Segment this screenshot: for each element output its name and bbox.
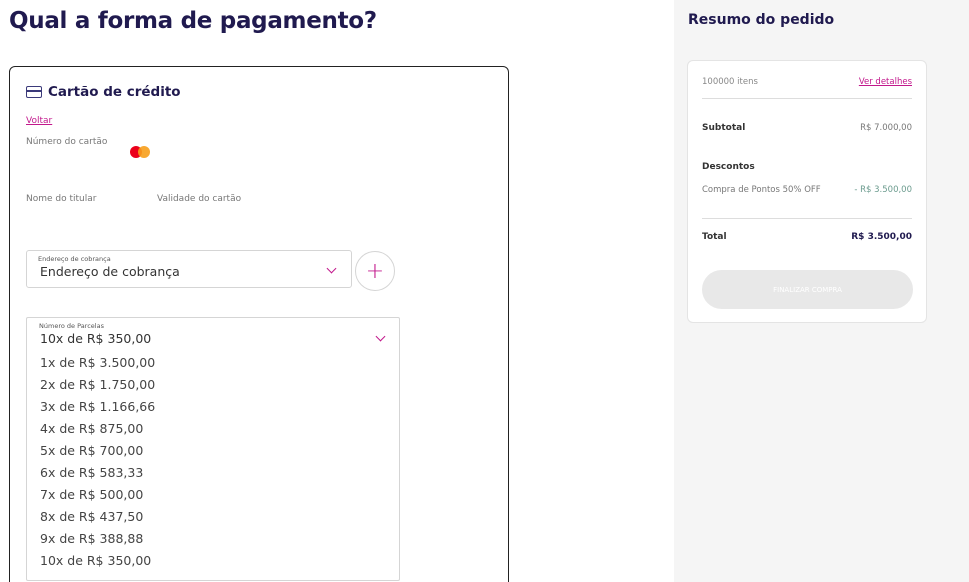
summary-card: 100000 itens Ver detalhes Subtotal R$ 7.… xyxy=(687,60,927,323)
card-validity-field[interactable]: Validade do cartão xyxy=(157,194,241,204)
payment-card: Cartão de crédito Voltar Número do cartã… xyxy=(9,66,509,582)
card-number-field[interactable]: Número do cartão xyxy=(26,137,107,147)
total-value: R$ 3.500,00 xyxy=(851,232,912,242)
installment-option[interactable]: 2x de R$ 1.750,00 xyxy=(40,376,155,398)
view-details-link[interactable]: Ver detalhes xyxy=(859,77,912,87)
installment-option[interactable]: 9x de R$ 388,88 xyxy=(40,530,155,552)
installments-options-list: 1x de R$ 3.500,00 2x de R$ 1.750,00 3x d… xyxy=(40,354,155,574)
installments-select[interactable]: Número de Parcelas 10x de R$ 350,00 1x d… xyxy=(26,317,400,581)
installment-option[interactable]: 4x de R$ 875,00 xyxy=(40,420,155,442)
items-count: 100000 itens xyxy=(702,77,758,87)
discounts-label: Descontos xyxy=(702,162,755,172)
order-summary-sidebar: Resumo do pedido 100000 itens Ver detalh… xyxy=(674,0,969,582)
chevron-down-icon xyxy=(326,263,337,274)
installment-option[interactable]: 1x de R$ 3.500,00 xyxy=(40,354,155,376)
divider xyxy=(702,218,912,219)
chevron-down-icon[interactable] xyxy=(375,331,386,342)
subtotal-label: Subtotal xyxy=(702,123,746,133)
installment-option[interactable]: 5x de R$ 700,00 xyxy=(40,442,155,464)
add-address-button[interactable]: + xyxy=(355,251,395,291)
installment-option[interactable]: 7x de R$ 500,00 xyxy=(40,486,155,508)
subtotal-value: R$ 7.000,00 xyxy=(860,123,912,133)
billing-address-small-label: Endereço de cobrança xyxy=(38,255,111,263)
discount-value: - R$ 3.500,00 xyxy=(854,185,912,195)
billing-address-select[interactable]: Endereço de cobrança Endereço de cobranç… xyxy=(26,250,352,288)
page-title: Qual a forma de pagamento? xyxy=(9,8,377,34)
subtotal-row: Subtotal R$ 7.000,00 xyxy=(702,123,912,133)
total-row: Total R$ 3.500,00 xyxy=(702,232,912,242)
divider xyxy=(702,98,912,99)
installments-small-label: Número de Parcelas xyxy=(39,322,104,330)
installment-option[interactable]: 6x de R$ 583,33 xyxy=(40,464,155,486)
discounts-row: Descontos xyxy=(702,162,912,172)
mastercard-icon xyxy=(130,146,150,158)
card-holder-field[interactable]: Nome do titular xyxy=(26,194,96,204)
billing-address-value: Endereço de cobrança xyxy=(40,264,180,279)
discount-name: Compra de Pontos 50% OFF xyxy=(702,185,821,195)
total-label: Total xyxy=(702,232,727,242)
payment-method-header: Cartão de crédito xyxy=(26,84,181,100)
credit-card-icon xyxy=(26,86,42,98)
installment-option[interactable]: 8x de R$ 437,50 xyxy=(40,508,155,530)
items-row: 100000 itens Ver detalhes xyxy=(702,77,912,87)
summary-title: Resumo do pedido xyxy=(688,12,835,28)
installment-option[interactable]: 3x de R$ 1.166,66 xyxy=(40,398,155,420)
payment-method-title: Cartão de crédito xyxy=(48,84,181,100)
finish-purchase-button[interactable]: FINALIZAR COMPRA xyxy=(702,270,913,309)
discount-item-row: Compra de Pontos 50% OFF - R$ 3.500,00 xyxy=(702,185,912,195)
back-link[interactable]: Voltar xyxy=(26,116,52,126)
installments-selected-value: 10x de R$ 350,00 xyxy=(40,331,152,346)
installment-option[interactable]: 10x de R$ 350,00 xyxy=(40,552,155,574)
